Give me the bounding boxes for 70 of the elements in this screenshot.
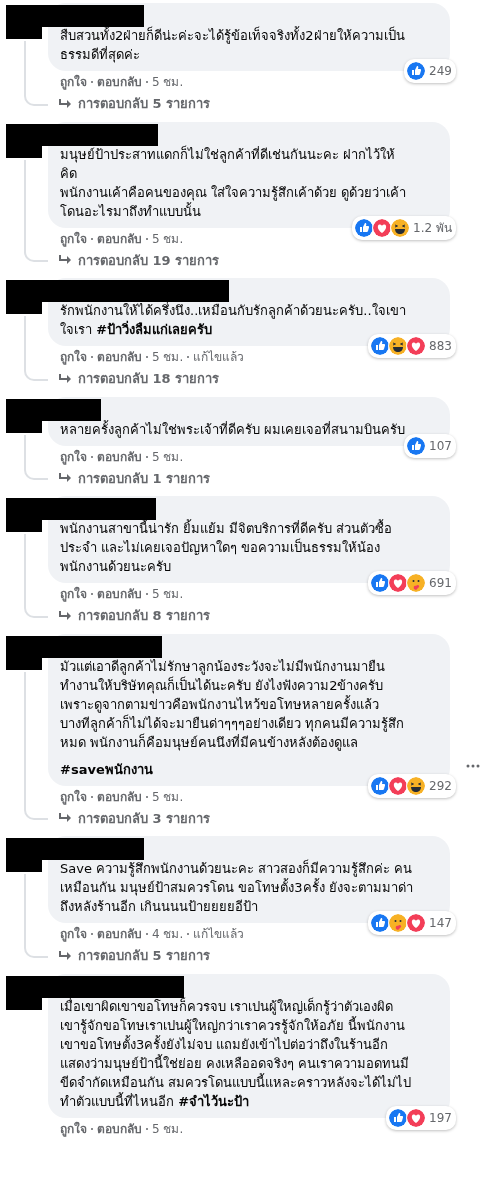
view-replies-link[interactable]: การตอบกลับ 19 รายการ: [58, 251, 220, 269]
edited-label: แก้ไขแล้ว: [193, 926, 245, 942]
reply-link[interactable]: ตอบกลับ: [97, 74, 142, 90]
timestamp: 5 ชม.: [152, 448, 184, 465]
like-link[interactable]: ถูกใจ: [60, 586, 87, 602]
thumbs-up-icon: [406, 435, 427, 456]
reply-arrow-icon: [58, 372, 72, 385]
timestamp: 4 ชม.: [152, 926, 184, 942]
reaction-summary[interactable]: 292: [368, 773, 456, 798]
laughing-face-icon: [406, 775, 427, 796]
like-link[interactable]: ถูกใจ: [60, 788, 87, 805]
thumbs-up-icon: [388, 1107, 409, 1128]
like-link[interactable]: ถูกใจ: [60, 230, 87, 247]
thumbs-up-icon: [370, 775, 391, 796]
timestamp: 5 ชม.: [152, 586, 184, 602]
view-replies-link[interactable]: การตอบกลับ 1 รายการ: [58, 469, 211, 487]
reply-link[interactable]: ตอบกลับ: [97, 788, 142, 805]
heart-icon: [388, 775, 409, 796]
timestamp: 5 ชม.: [152, 74, 184, 90]
like-link[interactable]: ถูกใจ: [60, 448, 87, 465]
reply-arrow-icon: [58, 97, 72, 110]
reaction-summary[interactable]: 249: [404, 59, 456, 83]
like-link[interactable]: ถูกใจ: [60, 74, 87, 90]
thumbs-up-icon: [370, 336, 391, 356]
timestamp: 5 ชม.: [152, 1120, 184, 1137]
reaction-summary[interactable]: 147: [368, 911, 456, 935]
reaction-summary[interactable]: 1.2 พัน: [352, 215, 456, 240]
reply-link[interactable]: ตอบกลับ: [97, 586, 142, 602]
laughing-face-icon: [388, 336, 409, 356]
heart-icon: [406, 913, 427, 933]
reply-arrow-icon: [58, 812, 72, 824]
reaction-summary[interactable]: 691: [368, 571, 456, 595]
thumbs-up-icon: [406, 61, 427, 81]
thumbs-up-icon: [370, 573, 391, 593]
comment-text: หลายครั้งลูกค้าไม่ใช่พระเจ้าที่ดีครับ ผมเคยเจอที่สนามบินครับ: [60, 419, 407, 439]
heart-icon: [406, 336, 427, 356]
like-link[interactable]: ถูกใจ: [60, 349, 87, 365]
reaction-summary[interactable]: 197: [386, 1105, 456, 1130]
comment-text: มัวแต่เอาดีลูกค้าไม่รักษาลูกน้องระวังจะไม่มีพนักงานมายืน ทำงานให้บริษัทคุณก็เป็นได้นะครับ ยังไงฟังความ2ข้างครับ เพราะดูจากตามข่าวคือพนักงานไหว้ขอโทษหลายครั้งแล้ว บางทีลูกค้าก็ไม่ได้จะมายืนด่าๆๆๆอย่างเดียว ทุกคนมีความรู้สึก หมด พนักงานก็คือมนุษย์คนนึงที่มีคนข้างหลังต้องดูแล: [60, 657, 406, 752]
view-replies-link[interactable]: การตอบกลับ 5 รายการ: [58, 947, 211, 964]
reply-arrow-icon: [58, 254, 72, 266]
edited-label: แก้ไขแล้ว: [193, 349, 245, 365]
reaction-summary[interactable]: 883: [368, 334, 456, 358]
reply-arrow-icon: [58, 609, 72, 622]
heart-icon: [406, 1107, 427, 1128]
comment-text: สืบสวนทั้ง2ฝ่ายก็ดีน่ะค่ะจะได้รู้ข้อเท็จจริงทั้ง2ฝ่ายให้ความเป็น ธรรมดีที่สุดค่ะ: [60, 26, 406, 64]
reply-link[interactable]: ตอบกลับ: [97, 1120, 142, 1137]
reply-link[interactable]: ตอบกลับ: [97, 349, 142, 365]
reply-link[interactable]: ตอบกลับ: [97, 448, 142, 465]
thumbs-up-icon: [354, 217, 375, 238]
timestamp: 5 ชม.: [152, 230, 184, 247]
reply-link[interactable]: ตอบกลับ: [97, 230, 142, 247]
hugging-face-icon: [406, 573, 427, 593]
view-replies-link[interactable]: การตอบกลับ 8 รายการ: [58, 607, 211, 624]
timestamp: 5 ชม.: [152, 349, 184, 365]
view-replies-link[interactable]: การตอบกลับ 5 รายการ: [58, 95, 211, 112]
view-replies-link[interactable]: การตอบกลับ 3 รายการ: [58, 809, 211, 827]
reaction-summary[interactable]: 107: [404, 433, 456, 458]
view-replies-link[interactable]: การตอบกลับ 18 รายการ: [58, 370, 220, 387]
thumbs-up-icon: [370, 913, 391, 933]
hugging-face-icon: [388, 913, 409, 933]
like-link[interactable]: ถูกใจ: [60, 926, 87, 942]
like-link[interactable]: ถูกใจ: [60, 1120, 87, 1137]
timestamp: 5 ชม.: [152, 788, 184, 805]
reply-link[interactable]: ตอบกลับ: [97, 926, 142, 942]
laughing-face-icon: [390, 217, 411, 238]
reply-arrow-icon: [58, 949, 72, 962]
heart-icon: [388, 573, 409, 593]
heart-icon: [372, 217, 393, 238]
reply-arrow-icon: [58, 472, 72, 484]
